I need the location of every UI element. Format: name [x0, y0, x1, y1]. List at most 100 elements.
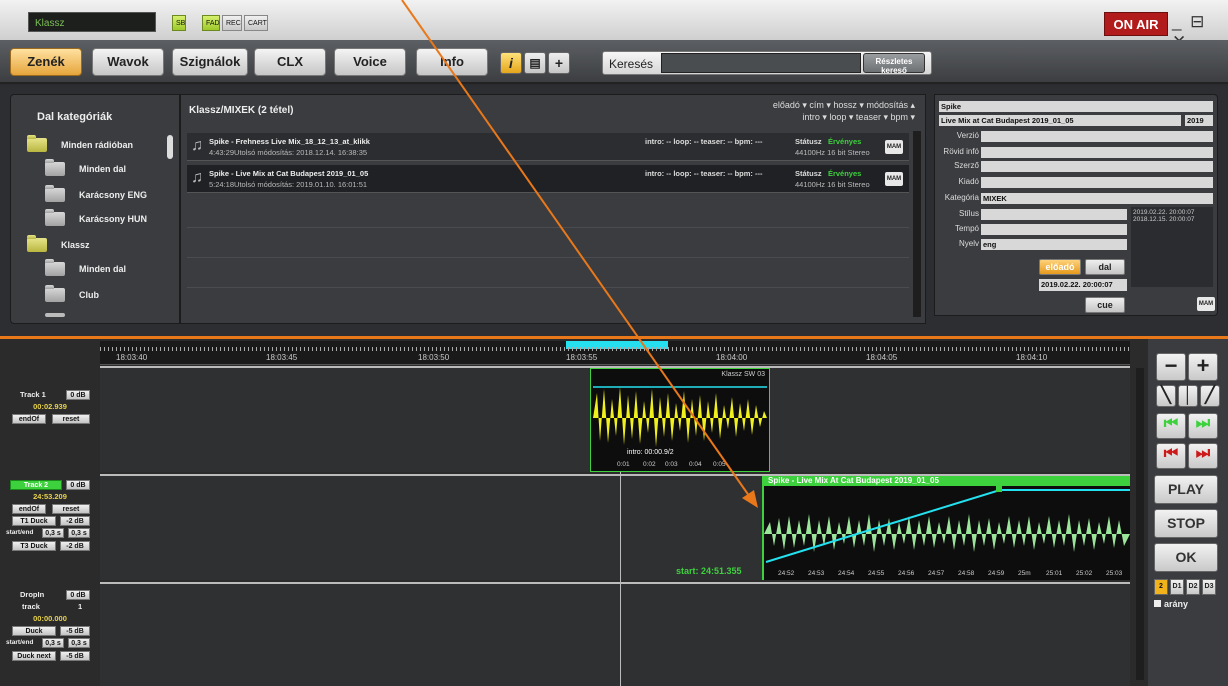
artist-field[interactable]: Spike	[939, 101, 1213, 112]
dropin-gain[interactable]: 0 dB	[66, 590, 90, 600]
fade-out-icon[interactable]: ╱	[1200, 385, 1220, 407]
d3-button[interactable]: D3	[1202, 579, 1216, 595]
channel-2-button[interactable]: 2	[1154, 579, 1168, 595]
tab-clx[interactable]: CLX	[254, 48, 326, 76]
play-button[interactable]: PLAY	[1154, 475, 1218, 504]
fad-button[interactable]: FAD	[202, 15, 220, 31]
tab-zenek[interactable]: Zenék	[10, 48, 82, 76]
year-field[interactable]: 2019	[1185, 115, 1213, 126]
info-mam-button[interactable]: MAM	[1197, 297, 1215, 311]
track-1-reset-button[interactable]: reset	[52, 414, 90, 424]
zoom-in-button[interactable]: +	[1188, 353, 1218, 381]
table-row[interactable]: ♫ Spike - Live Mix at Cat Budapest 2019_…	[187, 165, 909, 193]
duck-next-db[interactable]: -5 dB	[60, 651, 90, 661]
stilus-field[interactable]	[981, 209, 1127, 220]
fade-in-icon[interactable]: ╲	[1156, 385, 1176, 407]
duck-db[interactable]: -5 dB	[60, 626, 90, 636]
sort-row-2[interactable]: intro ▾ loop ▾ teaser ▾ bpm ▾	[773, 111, 915, 123]
category-klassz-minden-dal[interactable]: Minden dal	[45, 257, 126, 281]
folder-icon	[45, 209, 65, 226]
d1-button[interactable]: D1	[1170, 579, 1184, 595]
mam-button[interactable]: MAM	[885, 172, 903, 186]
t1-duck-button[interactable]: T1 Duck	[12, 516, 56, 526]
category-minden-radioban[interactable]: Minden rádióban	[27, 133, 133, 157]
red-skip-forward-icon[interactable]: ⏭	[1188, 443, 1218, 469]
sb-button[interactable]: SB	[172, 15, 186, 31]
zoom-out-button[interactable]: −	[1156, 353, 1186, 381]
eloado-button[interactable]: előadó	[1039, 259, 1081, 275]
title-field[interactable]: Live Mix at Cat Budapest 2019_01_05	[939, 115, 1181, 126]
search-input[interactable]	[661, 53, 861, 73]
rovid-info-field[interactable]	[981, 147, 1213, 158]
red-skip-back-icon[interactable]: ⏮	[1156, 443, 1186, 469]
kiado-field[interactable]	[981, 177, 1213, 188]
arany-toggle[interactable]: arány	[1154, 599, 1188, 609]
list-title: Klassz/MIXEK (2 tétel)	[189, 105, 294, 116]
table-row[interactable]: ♫ Spike - Frehness Live Mix_18_12_13_at_…	[187, 133, 909, 161]
szerzo-field[interactable]	[981, 161, 1213, 172]
verzio-field[interactable]	[981, 131, 1213, 142]
advanced-search-button[interactable]: Részletes kereső	[863, 53, 925, 75]
nyelv-field[interactable]: eng	[981, 239, 1127, 250]
dal-button[interactable]: dal	[1085, 259, 1125, 275]
vertical-scrollbar[interactable]	[1136, 368, 1144, 680]
on-air-button[interactable]: ON AIR	[1104, 12, 1168, 36]
ruler-ticks	[100, 347, 1130, 351]
category-minden-dal[interactable]: Minden dal	[45, 157, 126, 181]
category-scrollbar[interactable]	[167, 135, 173, 159]
d2-button[interactable]: D2	[1186, 579, 1200, 595]
green-skip-back-icon[interactable]: ⏮	[1156, 413, 1186, 439]
list-scrollbar-track[interactable]	[913, 131, 921, 317]
ruler-label: 18:03:55	[566, 353, 598, 362]
rec-button[interactable]: REC	[222, 15, 242, 31]
cue-button[interactable]: cue	[1085, 297, 1125, 313]
mam-button[interactable]: MAM	[885, 140, 903, 154]
sort-controls[interactable]: előadó ▾ cím ▾ hossz ▾ módosítás ▴ intro…	[773, 99, 915, 123]
category-karacsony-eng[interactable]: Karácsony ENG	[45, 183, 147, 207]
arany-checkbox[interactable]	[1154, 600, 1161, 607]
station-field[interactable]: Klassz	[28, 12, 156, 32]
end-time[interactable]: 0,3 s	[68, 528, 90, 538]
t1-duck-db[interactable]: -2 dB	[60, 516, 90, 526]
tempo-field[interactable]	[981, 224, 1127, 235]
track-2-gain[interactable]: 0 dB	[66, 480, 90, 490]
track-1-endof-button[interactable]: endOf	[12, 414, 46, 424]
track-lane-3[interactable]	[100, 582, 1130, 686]
datetime-field[interactable]: 2019.02.22. 20:00:07	[1039, 279, 1127, 291]
folder-icon	[27, 235, 47, 252]
audio-clip-1[interactable]: Klassz SW 03 intro: 00:00.9/2 0:01 0:02 …	[590, 368, 770, 472]
track-2-endof-button[interactable]: endOf	[12, 504, 46, 514]
category-label: Club	[79, 290, 99, 300]
plus-icon[interactable]: +	[548, 52, 570, 74]
time-ruler[interactable]: 18:03:40 18:03:45 18:03:50 18:03:55 18:0…	[100, 341, 1130, 365]
cut-icon[interactable]: │	[1178, 385, 1198, 407]
track-2-name[interactable]: Track 2	[10, 480, 62, 490]
info-icon[interactable]: i	[500, 52, 522, 74]
cart-button[interactable]: CART	[244, 15, 268, 31]
transport-panel: − + ╲ │ ╱ ⏮ ⏭ ⏮ ⏭ PLAY STOP OK 2 D1 D2 D…	[1148, 339, 1228, 686]
tab-szignalok[interactable]: Szignálok	[172, 48, 248, 76]
date-entry: 2018.12.15. 20:00:07	[1133, 216, 1195, 223]
audio-clip-2[interactable]: Spike - Live Mix At Cat Budapest 2019_01…	[762, 476, 1130, 580]
ok-button[interactable]: OK	[1154, 543, 1218, 572]
sort-row-1[interactable]: előadó ▾ cím ▾ hossz ▾ módosítás ▴	[773, 99, 915, 111]
duck-button[interactable]: Duck	[12, 626, 56, 636]
stop-button[interactable]: STOP	[1154, 509, 1218, 538]
end-time[interactable]: 0,3 s	[68, 638, 90, 648]
t3-duck-db[interactable]: -2 dB	[60, 541, 90, 551]
tab-info[interactable]: Info	[416, 48, 488, 76]
category-klassz[interactable]: Klassz	[27, 233, 90, 257]
duck-next-button[interactable]: Duck next	[12, 651, 56, 661]
category-club[interactable]: Club	[45, 283, 99, 307]
track-1-gain[interactable]: 0 dB	[66, 390, 90, 400]
kategoria-field[interactable]: MIXEK	[981, 193, 1213, 204]
start-time[interactable]: 0,3 s	[42, 638, 64, 648]
document-icon[interactable]: ▤	[524, 52, 546, 74]
track-2-reset-button[interactable]: reset	[52, 504, 90, 514]
tab-voice[interactable]: Voice	[334, 48, 406, 76]
start-time[interactable]: 0,3 s	[42, 528, 64, 538]
tab-wavok[interactable]: Wavok	[92, 48, 164, 76]
green-skip-forward-icon[interactable]: ⏭	[1188, 413, 1218, 439]
category-karacsony-hun[interactable]: Karácsony HUN	[45, 207, 147, 231]
t3-duck-button[interactable]: T3 Duck	[12, 541, 56, 551]
